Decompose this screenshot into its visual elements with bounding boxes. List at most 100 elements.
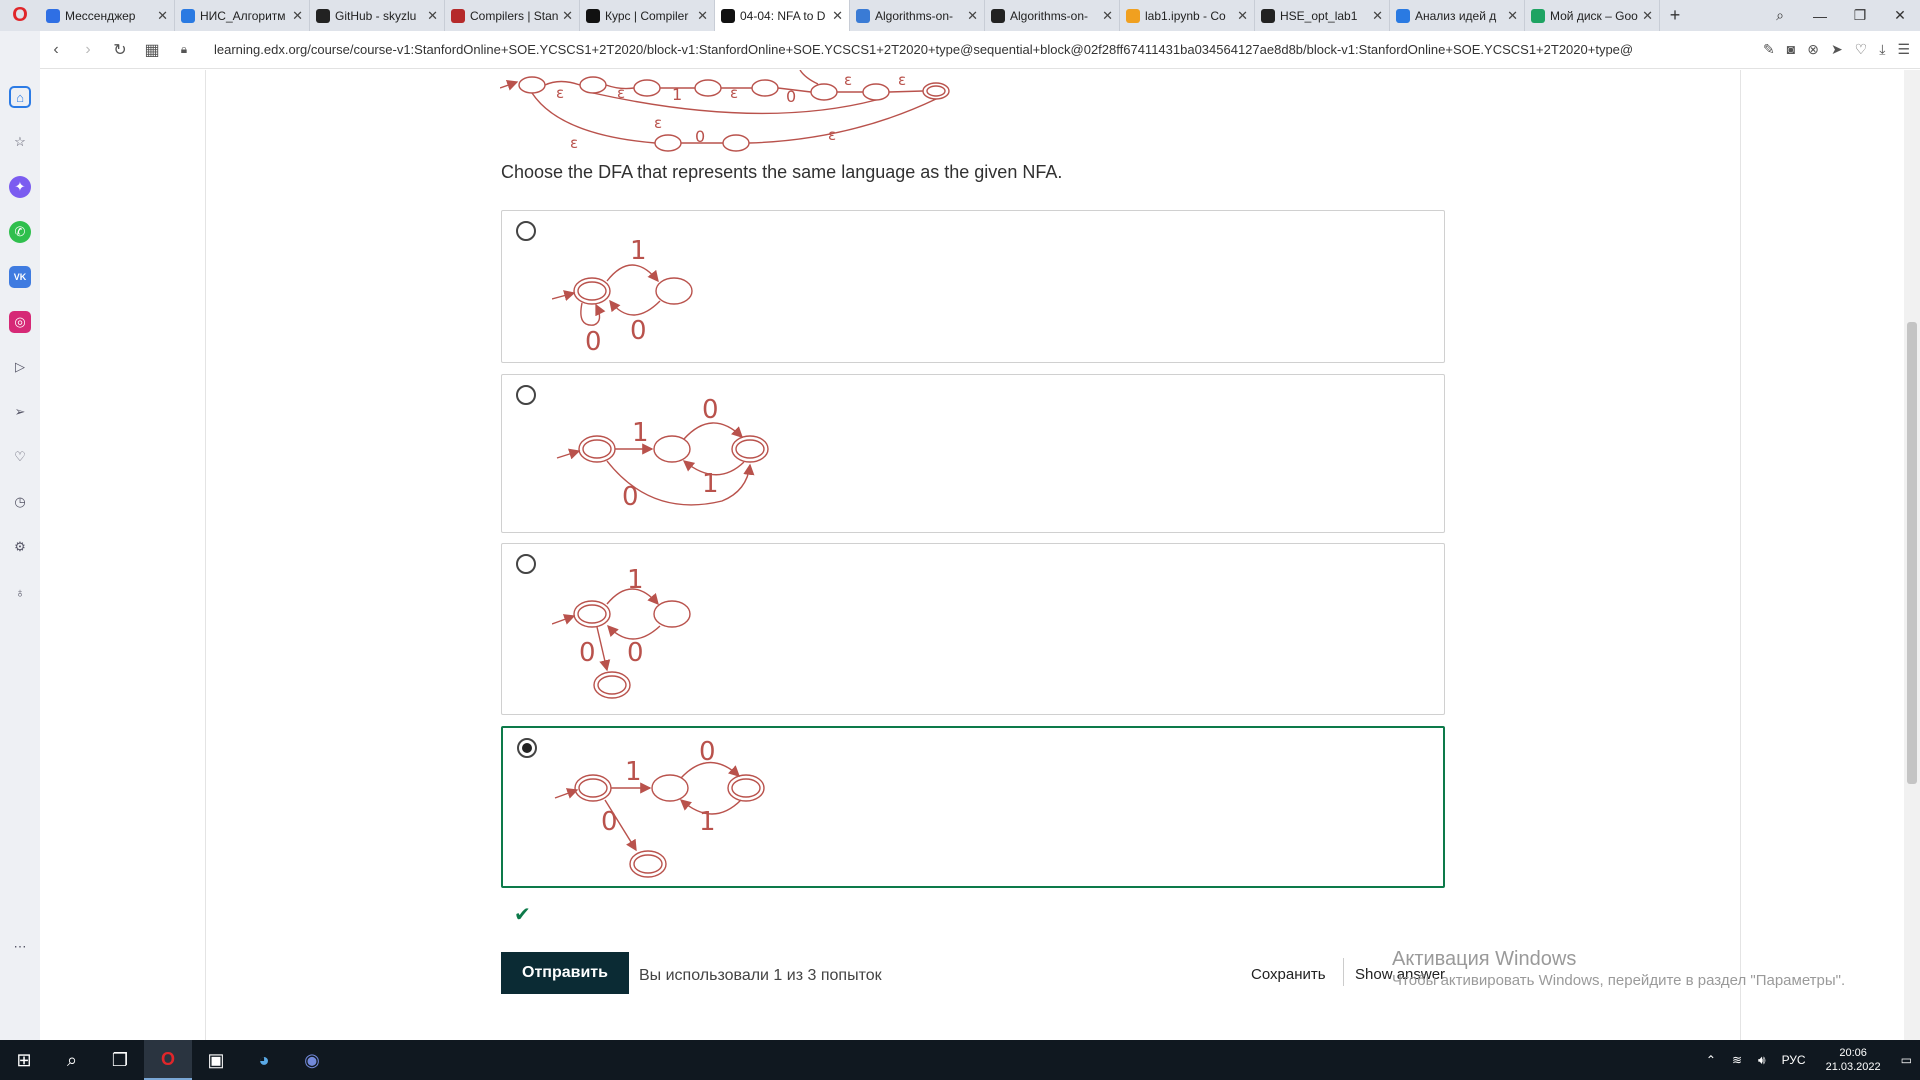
tab-favicon-icon: [316, 8, 330, 23]
tab-1[interactable]: НИС_Алгоритм ✕: [175, 0, 310, 31]
new-tab-button[interactable]: +: [1660, 5, 1690, 26]
close-window-button[interactable]: ✕: [1880, 7, 1920, 24]
tab-5-active[interactable]: 04-04: NFA to D ✕: [715, 0, 850, 31]
windows-activation-subtitle: Чтобы активировать Windows, перейдите в …: [1392, 972, 1846, 989]
windows-start-icon[interactable]: ⊞: [0, 1040, 48, 1080]
close-icon[interactable]: ✕: [832, 8, 843, 24]
chevron-up-icon[interactable]: ⌃: [1706, 1053, 1716, 1067]
close-icon[interactable]: ✕: [1372, 8, 1383, 24]
radio-button[interactable]: [516, 385, 536, 405]
scrollbar-thumb[interactable]: [1907, 322, 1917, 784]
messenger-icon[interactable]: ✦: [9, 176, 31, 198]
opera-logo-icon[interactable]: O: [0, 0, 40, 31]
tab-10[interactable]: Анализ идей д ✕: [1390, 0, 1525, 31]
dfa-edge-label: 0: [579, 638, 596, 668]
answer-option-3[interactable]: 1 0 0: [501, 543, 1445, 715]
radio-button[interactable]: [516, 221, 536, 241]
tab-9[interactable]: HSE_opt_lab1 ✕: [1255, 0, 1390, 31]
tab-label: Мессенджер: [65, 8, 136, 23]
nfa-edge-label: 1: [672, 85, 682, 104]
reload-button[interactable]: ↻: [104, 40, 136, 60]
dfa-diagram-1: 1 0 0: [552, 236, 693, 357]
answer-option-4[interactable]: 1 0 1 0: [501, 726, 1445, 888]
close-icon[interactable]: ✕: [1642, 8, 1653, 24]
search-tabs-icon[interactable]: ⌕: [1760, 7, 1800, 24]
tab-7[interactable]: Algorithms-on- ✕: [985, 0, 1120, 31]
nfa-edge-label: 0: [786, 87, 796, 106]
heart-icon[interactable]: ♡: [1855, 41, 1868, 58]
download-icon[interactable]: ⤓: [1879, 41, 1885, 58]
dfa-diagram-4: 1 0 1 0: [554, 737, 765, 878]
content-divider: [205, 70, 206, 1040]
history-icon[interactable]: ◷: [9, 491, 31, 513]
tab-4[interactable]: Курс | Compiler ✕: [580, 0, 715, 31]
tab-2[interactable]: GitHub - skyzlu ✕: [310, 0, 445, 31]
notifications-icon[interactable]: ▭: [1901, 1053, 1912, 1067]
tab-6[interactable]: Algorithms-on- ✕: [850, 0, 985, 31]
volume-icon[interactable]: 🔊︎: [1758, 1053, 1766, 1068]
url-field[interactable]: learning.edx.org/course/course-v1:Stanfo…: [214, 42, 1714, 57]
restore-button[interactable]: ❐: [1840, 7, 1880, 24]
gear-icon[interactable]: ⚙: [9, 536, 31, 558]
browser-taskbar-icon[interactable]: ◕: [240, 1040, 288, 1080]
close-icon[interactable]: ✕: [1102, 8, 1113, 24]
back-button[interactable]: ‹: [40, 41, 72, 59]
tab-grid-icon[interactable]: ▦: [136, 40, 168, 60]
tab-11[interactable]: Мой диск – Goo ✕: [1525, 0, 1660, 31]
app-taskbar-icon[interactable]: ▣: [192, 1040, 240, 1080]
send-icon[interactable]: ➤: [1831, 41, 1843, 58]
opera-taskbar-icon[interactable]: O: [144, 1040, 192, 1080]
close-icon[interactable]: ✕: [427, 8, 438, 24]
nfa-edge-label: ε: [898, 71, 906, 89]
save-button[interactable]: Сохранить: [1251, 966, 1326, 983]
edit-icon[interactable]: ✎: [1763, 41, 1775, 58]
whatsapp-icon[interactable]: ✆: [9, 221, 31, 243]
player-icon[interactable]: ▷: [9, 356, 31, 378]
more-icon[interactable]: ⋯: [9, 936, 31, 958]
task-view-icon[interactable]: ❐: [96, 1040, 144, 1080]
vk-icon[interactable]: VK: [9, 266, 31, 288]
clock[interactable]: 20:06 21.03.2022: [1826, 1046, 1881, 1074]
close-icon[interactable]: ✕: [1237, 8, 1248, 24]
close-icon[interactable]: ✕: [292, 8, 303, 24]
lock-icon: 🔒︎: [180, 42, 188, 56]
close-icon[interactable]: ✕: [157, 8, 168, 24]
camera-icon[interactable]: ◙: [1787, 41, 1795, 58]
discord-taskbar-icon[interactable]: ◉: [288, 1040, 336, 1080]
wifi-icon[interactable]: ≋: [1732, 1053, 1742, 1067]
close-icon[interactable]: ✕: [967, 8, 978, 24]
tab-favicon-icon: [1396, 8, 1410, 23]
dfa-diagram-3: 1 0 0: [552, 565, 691, 699]
tab-favicon-icon: [991, 8, 1005, 23]
answer-option-2[interactable]: 1 0 1 0: [501, 374, 1445, 533]
menu-icon[interactable]: ☰: [1897, 41, 1910, 58]
content-divider: [1740, 70, 1741, 1040]
tab-8[interactable]: lab1.ipynb - Co ✕: [1120, 0, 1255, 31]
answer-option-1[interactable]: 1 0 0: [501, 210, 1445, 363]
tab-favicon-icon: [46, 8, 60, 23]
home-icon[interactable]: ⌂: [9, 86, 31, 108]
tab-0[interactable]: Мессенджер ✕: [40, 0, 175, 31]
instagram-icon[interactable]: ◎: [9, 311, 31, 333]
radio-button-checked[interactable]: [517, 738, 537, 758]
language-indicator[interactable]: РУС: [1782, 1053, 1806, 1067]
minimize-button[interactable]: —: [1800, 8, 1840, 24]
windows-activation-title: Активация Windows: [1392, 948, 1577, 970]
radio-button[interactable]: [516, 554, 536, 574]
search-icon[interactable]: ⌕: [48, 1040, 96, 1080]
star-icon[interactable]: ☆: [9, 131, 31, 153]
adblock-icon[interactable]: ⊗: [1807, 41, 1819, 58]
lightbulb-icon[interactable]: ♁: [9, 581, 31, 603]
close-icon[interactable]: ✕: [562, 8, 573, 24]
heart-icon[interactable]: ♡: [9, 446, 31, 468]
page-scrollbar[interactable]: [1904, 70, 1920, 1040]
tab-label: Анализ идей д: [1415, 8, 1497, 23]
submit-button[interactable]: Отправить: [501, 952, 629, 994]
send-icon[interactable]: ➢: [9, 401, 31, 423]
tab-3[interactable]: Compilers | Stan ✕: [445, 0, 580, 31]
close-icon[interactable]: ✕: [697, 8, 708, 24]
close-icon[interactable]: ✕: [1507, 8, 1518, 24]
forward-button[interactable]: ›: [72, 41, 104, 59]
tab-favicon-icon: [1126, 8, 1140, 23]
dfa-edge-label: 0: [702, 395, 719, 425]
